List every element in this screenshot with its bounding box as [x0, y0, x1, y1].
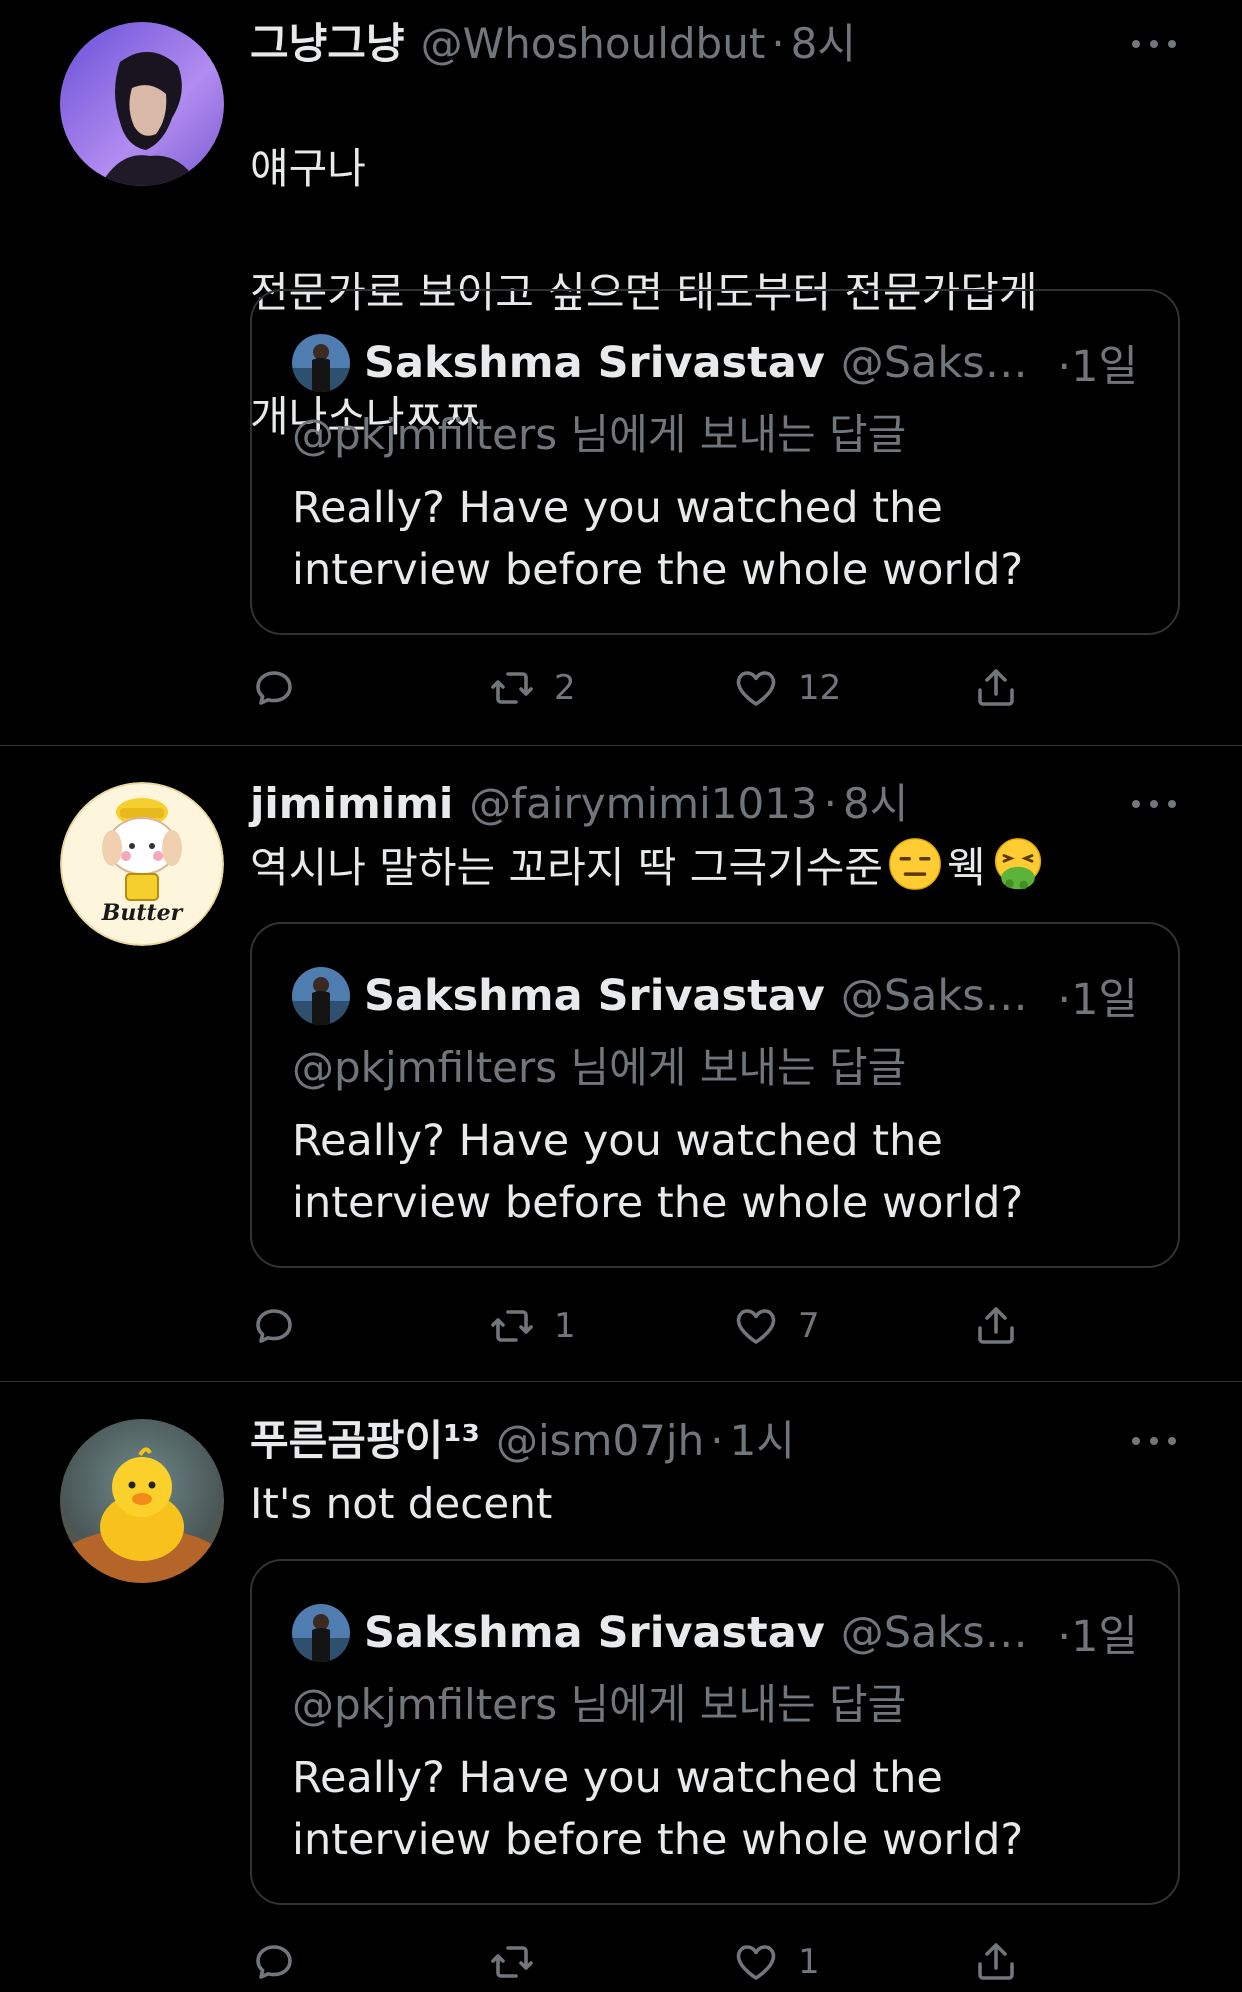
quoted-tweet[interactable]: Sakshma Srivastav @Saksh... ·1일 @pkjmfil…: [250, 289, 1180, 635]
like-button[interactable]: 7: [732, 1296, 820, 1356]
action-bar: 2 12: [250, 658, 1050, 718]
reply-icon: [256, 1309, 292, 1343]
expressionless-face-emoji: [887, 836, 943, 892]
user-handle[interactable]: @ism07jh: [496, 1411, 704, 1471]
divider: [0, 1381, 1242, 1382]
quote-text: Really? Have you watched the interview b…: [292, 1116, 1024, 1228]
display-name[interactable]: 푸른곰팡이¹³: [250, 1411, 480, 1471]
tweet-text-main: 역시나 말하는 꼬라지 딱 그극기수준: [250, 843, 884, 892]
retweet-icon: [491, 672, 533, 704]
tweet[interactable]: Butter jimimimi @fairymimi1013 · 8시 역시나 …: [0, 760, 1242, 1380]
retweet-button[interactable]: 1: [488, 1296, 576, 1356]
like-count: 7: [798, 1306, 820, 1346]
replying-to: @pkjmfilters 님에게 보내는 답글: [292, 1680, 907, 1729]
tweet-text-line: 얘구나: [250, 144, 366, 193]
quote-timestamp: ·1일: [1057, 1612, 1138, 1662]
share-button[interactable]: [972, 1932, 1020, 1992]
quote-display-name: Sakshma Srivastav: [364, 971, 825, 1021]
more-icon[interactable]: [1132, 1427, 1176, 1455]
more-icon[interactable]: [1132, 790, 1176, 818]
tweet-text: It's not decent: [250, 1479, 553, 1528]
action-bar: 1 7: [250, 1296, 1050, 1356]
retweet-icon: [491, 1310, 533, 1342]
share-icon: [978, 1943, 1014, 1980]
separator-dot: ·: [771, 19, 785, 68]
like-icon: [736, 1945, 776, 1980]
share-icon: [978, 1307, 1014, 1344]
retweet-icon: [491, 1946, 533, 1978]
display-name[interactable]: 그냥그냥: [250, 14, 405, 74]
person-photo-avatar: [292, 967, 350, 1025]
replying-to: @pkjmfilters 님에게 보내는 답글: [292, 1043, 907, 1092]
avatar[interactable]: [60, 22, 224, 186]
user-handle[interactable]: @Whoshouldbut: [421, 14, 766, 74]
more-icon[interactable]: [1132, 30, 1176, 58]
reply-icon: [256, 671, 292, 705]
quoted-tweet[interactable]: Sakshma Srivastav @Saksh... ·1일 @pkjmfil…: [250, 1559, 1180, 1905]
action-bar: 1: [250, 1932, 1050, 1992]
retweet-button[interactable]: [488, 1932, 554, 1992]
reply-button[interactable]: [250, 658, 298, 718]
like-count: 1: [798, 1942, 820, 1982]
reply-button[interactable]: [250, 1296, 298, 1356]
like-button[interactable]: 12: [732, 658, 841, 718]
tweet-text-after: 웩: [947, 843, 986, 892]
quote-user-handle: @Saksh...: [840, 338, 1048, 388]
like-icon: [736, 671, 776, 706]
duck-avatar: [60, 1419, 224, 1583]
reply-icon: [256, 1945, 292, 1979]
tweet[interactable]: 그냥그냥 @Whoshouldbut · 8시 얘구나 전문가로 보이고 싶으면…: [0, 0, 1242, 745]
person-photo-avatar: [292, 1604, 350, 1662]
quote-display-name: Sakshma Srivastav: [364, 1608, 825, 1658]
tweet[interactable]: 푸른곰팡이¹³ @ism07jh · 1시 It's not decent Sa…: [0, 1397, 1242, 1982]
vomiting-face-emoji: [990, 836, 1046, 892]
share-button[interactable]: [972, 1296, 1020, 1356]
timestamp[interactable]: 8시: [843, 774, 908, 834]
divider: [0, 745, 1242, 746]
quote-avatar: [292, 334, 350, 392]
quote-user-handle: @Saksh...: [840, 971, 1048, 1021]
like-count: 12: [798, 668, 842, 708]
display-name[interactable]: jimimimi: [250, 774, 453, 834]
share-icon: [978, 669, 1014, 706]
timestamp[interactable]: 1시: [730, 1411, 795, 1471]
quote-user-handle: @Saksh...: [840, 1608, 1048, 1658]
quoted-tweet[interactable]: Sakshma Srivastav @Saksh... ·1일 @pkjmfil…: [250, 922, 1180, 1268]
user-handle[interactable]: @fairymimi1013: [469, 774, 817, 834]
quote-timestamp: ·1일: [1057, 342, 1138, 392]
butter-character-avatar: Butter: [60, 782, 224, 946]
avatar[interactable]: [60, 1419, 224, 1583]
timestamp[interactable]: 8시: [791, 14, 856, 74]
separator-dot: ·: [710, 1416, 724, 1465]
person-photo-avatar: [60, 22, 224, 186]
butter-label: Butter: [101, 900, 184, 926]
quote-avatar: [292, 1604, 350, 1662]
like-button[interactable]: 1: [732, 1932, 820, 1992]
avatar[interactable]: Butter: [60, 782, 224, 946]
person-photo-avatar: [292, 334, 350, 392]
share-button[interactable]: [972, 658, 1020, 718]
retweet-button[interactable]: 2: [488, 658, 576, 718]
separator-dot: ·: [823, 779, 838, 828]
quote-text: Really? Have you watched the interview b…: [292, 483, 1024, 595]
quote-timestamp: ·1일: [1057, 975, 1138, 1025]
quote-avatar: [292, 967, 350, 1025]
tweet-text: 역시나 말하는 꼬라지 딱 그극기수준 웩: [250, 836, 1190, 899]
reply-button[interactable]: [250, 1932, 298, 1992]
retweet-count: 1: [554, 1306, 576, 1346]
quote-text: Really? Have you watched the interview b…: [292, 1753, 1024, 1865]
replying-to: @pkjmfilters 님에게 보내는 답글: [292, 410, 907, 459]
retweet-count: 2: [554, 668, 576, 708]
like-icon: [736, 1309, 776, 1344]
quote-display-name: Sakshma Srivastav: [364, 338, 825, 388]
